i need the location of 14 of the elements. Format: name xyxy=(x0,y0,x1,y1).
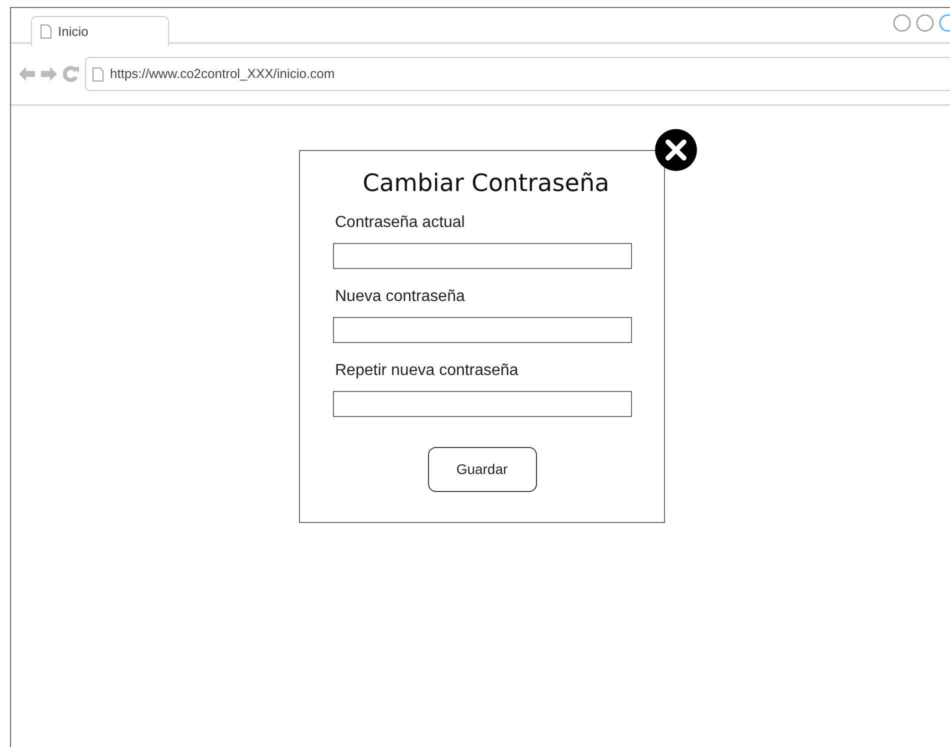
browser-tab[interactable]: Inicio xyxy=(31,16,169,46)
window-controls-icon xyxy=(893,13,950,33)
close-icon[interactable] xyxy=(655,129,697,171)
input-field[interactable] xyxy=(333,317,632,343)
input-field[interactable] xyxy=(333,391,632,417)
input-field[interactable] xyxy=(333,243,632,269)
address-bar[interactable]: https://www.co2control_XXX/inicio.com xyxy=(85,57,950,91)
field-label: Nueva contraseña xyxy=(334,287,466,307)
dialog-title: Cambiar Contraseña xyxy=(362,168,610,199)
field-label: Contraseña actual xyxy=(334,213,466,233)
page-icon xyxy=(40,24,52,39)
save-button[interactable]: Guardar xyxy=(428,447,536,492)
field-label: Repetir nueva contraseña xyxy=(334,361,520,381)
page-icon xyxy=(92,66,104,82)
